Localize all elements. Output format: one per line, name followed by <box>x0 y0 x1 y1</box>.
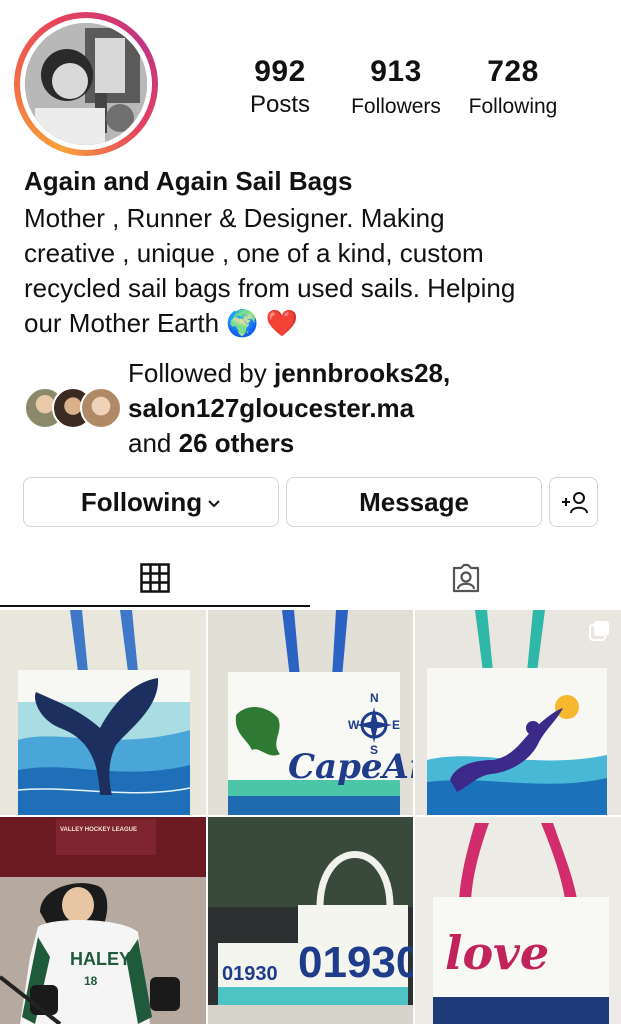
chevron-down-icon <box>208 500 220 508</box>
bio-line: creative , unique , one of a kind, custo… <box>24 238 484 268</box>
following-label: Following <box>468 95 558 118</box>
zipcode-bags-image: 01930 01930 <box>208 817 413 1024</box>
mutual-user-link[interactable]: salon127gloucester.ma <box>128 393 414 423</box>
posts-grid: N W E S CapeAnn VALLEY <box>0 610 621 1024</box>
mutual-avatars <box>24 387 124 429</box>
followers-label: Followers <box>351 95 441 118</box>
comma: , <box>443 358 451 388</box>
stat-followers[interactable]: 913 Followers <box>340 55 452 119</box>
jersey-name: HALEY <box>70 949 131 969</box>
post-thumbnail[interactable] <box>415 610 621 815</box>
profile-stats: 992 Posts 913 Followers 728 Following <box>0 55 621 135</box>
love-bag-image: love <box>415 817 621 1024</box>
message-button-label: Message <box>359 486 469 517</box>
active-tab-indicator <box>0 605 310 607</box>
tab-tagged[interactable] <box>311 548 621 608</box>
following-button-label: Following <box>80 486 203 517</box>
profile-bio: Mother , Runner & Designer. Making creat… <box>24 201 604 341</box>
posts-count: 992 <box>254 55 306 88</box>
bio-line: recycled sail bags from used sails. Help… <box>24 273 516 303</box>
others-count: 26 others <box>178 428 295 458</box>
cape-ann-lettering: CapeAnn <box>288 747 413 787</box>
followed-prefix: Followed by <box>128 358 274 388</box>
following-button[interactable]: Following <box>23 477 279 527</box>
posts-label: Posts <box>249 91 311 118</box>
post-thumbnail[interactable]: 01930 01930 <box>208 817 413 1024</box>
stat-following[interactable]: 728 Following <box>458 55 568 119</box>
following-count: 728 <box>487 55 539 88</box>
cape-ann-bag-image: N W E S CapeAnn <box>208 610 413 815</box>
followers-count: 913 <box>370 55 422 88</box>
message-button[interactable]: Message <box>286 477 542 527</box>
stat-posts[interactable]: 992 Posts <box>238 55 322 119</box>
grid-icon <box>140 563 170 593</box>
and-text: and <box>128 428 179 458</box>
svg-text:E: E <box>392 718 400 732</box>
svg-text:W: W <box>348 718 360 732</box>
love-lettering: love <box>445 926 549 980</box>
mutual-user-link[interactable]: jennbrooks28 <box>274 358 443 388</box>
post-thumbnail[interactable]: N W E S CapeAnn <box>208 610 413 815</box>
post-thumbnail[interactable]: love <box>415 817 621 1024</box>
add-person-icon <box>561 492 588 514</box>
multiple-photos-icon <box>589 621 609 641</box>
suggest-people-button[interactable] <box>549 477 598 527</box>
svg-text:N: N <box>370 691 379 705</box>
profile-tabs <box>0 548 621 610</box>
tab-posts-grid[interactable] <box>0 548 310 608</box>
post-thumbnail[interactable]: VALLEY HOCKEY LEAGUE HALEY 18 <box>0 817 206 1024</box>
zipcode-big: 01930 <box>298 938 413 987</box>
zipcode-small: 01930 <box>222 963 278 985</box>
mutual-avatar <box>80 387 122 429</box>
hockey-player-image: VALLEY HOCKEY LEAGUE HALEY 18 <box>0 817 206 1024</box>
post-thumbnail[interactable] <box>0 610 206 815</box>
whale-tail-bag-image <box>0 610 206 815</box>
followed-by-text: Followed by jennbrooks28, salon127glouce… <box>128 356 450 461</box>
jersey-number: 18 <box>84 974 98 988</box>
tagged-icon <box>452 563 480 593</box>
bio-line: our Mother Earth 🌍 ❤️ <box>24 308 299 338</box>
bio-line: Mother , Runner & Designer. Making <box>24 203 445 233</box>
profile-name: Again and Again Sail Bags <box>24 166 353 196</box>
followed-by[interactable]: Followed by jennbrooks28, salon127glouce… <box>24 356 614 460</box>
banner-text: VALLEY HOCKEY LEAGUE <box>60 827 137 833</box>
